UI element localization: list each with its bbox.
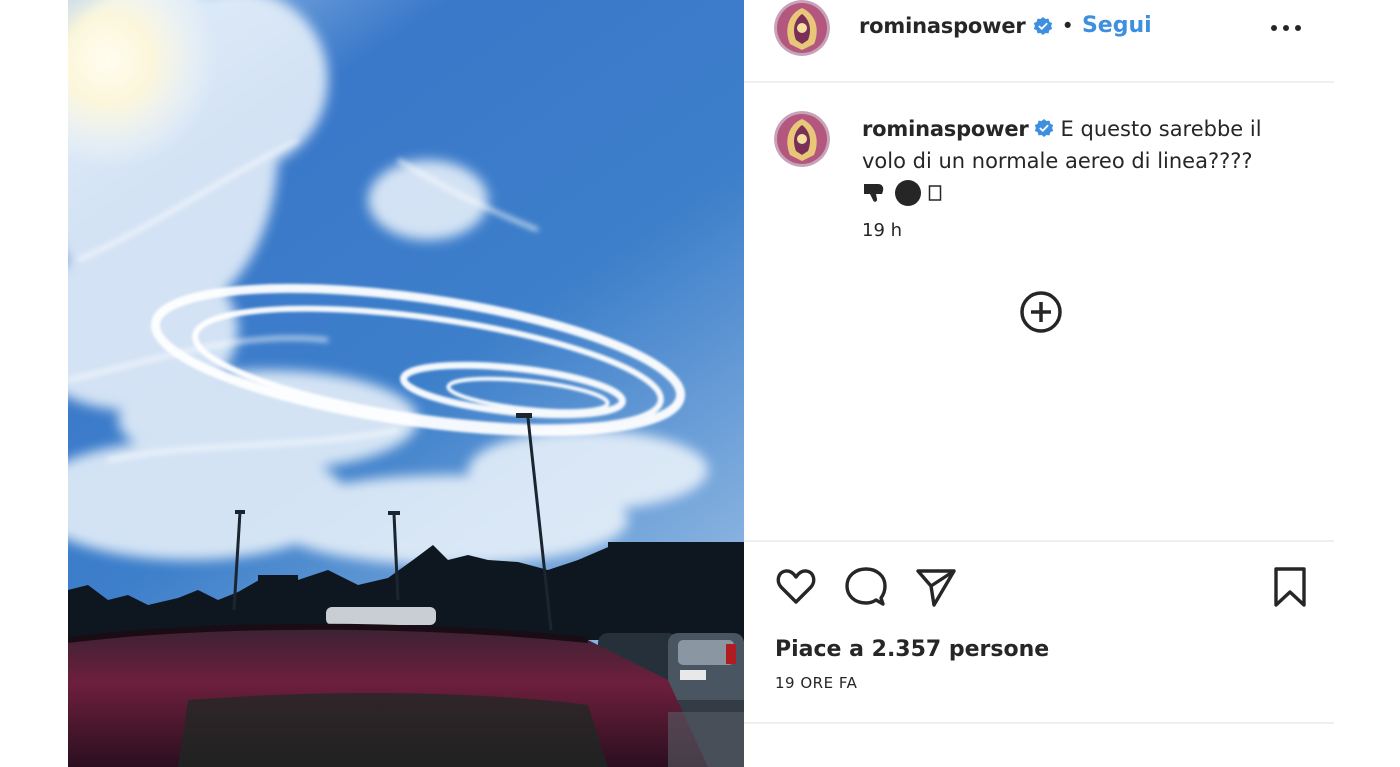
caption-avatar[interactable] [774,111,830,167]
verified-badge-icon [1034,119,1053,137]
avatar-image [774,111,830,167]
comment-input-preview[interactable]: ... ... ... ... ... ... ... [774,753,946,767]
follow-button[interactable]: Segui [1082,13,1152,38]
header-username[interactable]: rominaspower [859,14,1026,38]
post-actions-bar [774,565,1306,609]
missing-glyph-icon [928,185,942,201]
sky-photo-image [68,0,744,767]
thumbs-down-icon [864,184,884,202]
paper-plane-icon[interactable] [914,565,958,609]
actions-divider [744,540,1334,542]
instagram-post-page: rominaspower • Segui rominaspower E ques… [0,0,1400,767]
more-options-icon[interactable] [1269,16,1303,40]
post-timestamp: 19 ORE FA [775,674,858,692]
post-side-panel: rominaspower • Segui rominaspower E ques… [744,0,1334,767]
avatar-image [774,0,830,56]
comment-divider [744,722,1334,724]
add-circle-icon[interactable] [1018,289,1064,335]
avatar[interactable] [774,0,830,56]
verified-badge-icon [1033,16,1052,35]
header-divider [744,81,1334,83]
caption-time[interactable]: 19 h [862,220,902,241]
bookmark-icon[interactable] [1268,565,1312,609]
header-user-line: rominaspower • Segui [859,13,1152,38]
post-photo[interactable] [68,0,744,767]
comment-bubble-icon[interactable] [844,565,888,609]
caption-emoji-row [862,179,1282,207]
black-circle-icon [895,180,921,206]
caption-text: rominaspower E questo sarebbe il volo di… [862,113,1282,207]
heart-icon[interactable] [774,565,818,609]
caption-username[interactable]: rominaspower [862,117,1029,141]
likes-count[interactable]: Piace a 2.357 persone [775,637,1049,662]
separator-dot: • [1061,13,1074,38]
